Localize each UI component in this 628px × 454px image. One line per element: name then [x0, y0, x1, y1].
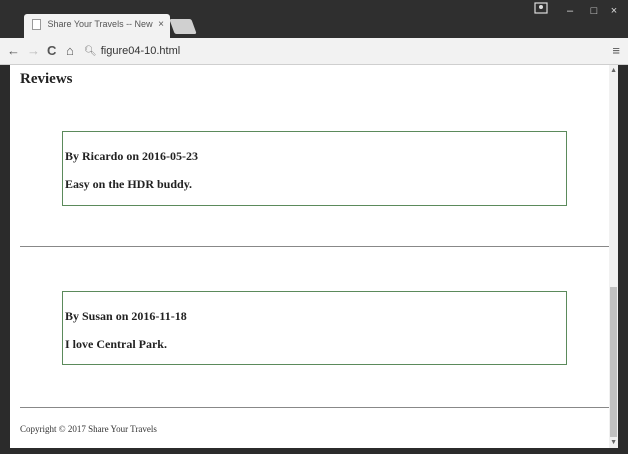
new-tab-button[interactable] — [169, 19, 197, 34]
review-text: I love Central Park. — [65, 337, 167, 351]
scrollbar-thumb[interactable] — [610, 287, 617, 437]
divider — [20, 246, 610, 247]
window-titlebar: Share Your Travels -- New × – □ × — [0, 0, 628, 38]
review-card: By Ricardo on 2016-05-23 Easy on the HDR… — [62, 131, 567, 206]
close-window-button[interactable]: × — [604, 2, 624, 20]
divider — [20, 407, 610, 408]
user-profile-icon[interactable] — [530, 2, 552, 20]
review-card: By Susan on 2016-11-18 I love Central Pa… — [62, 291, 567, 365]
review-text: Easy on the HDR buddy. — [65, 177, 193, 191]
footer-copyright: Copyright © 2017 Share Your Travels — [20, 424, 157, 434]
tab-close-icon[interactable]: × — [158, 19, 164, 30]
address-bar[interactable]: 🔍︎ figure04-10.html — [84, 43, 594, 60]
vertical-scrollbar[interactable]: ▲ ▼ — [609, 65, 618, 448]
reviews-heading: Reviews — [20, 71, 73, 87]
browser-tab[interactable]: Share Your Travels -- New × — [24, 14, 170, 38]
page-viewport[interactable]: Reviews By Ricardo on 2016-05-23 Easy on… — [10, 65, 618, 448]
home-icon[interactable]: ⌂ — [66, 42, 74, 60]
scroll-down-arrow-icon[interactable]: ▼ — [610, 439, 617, 446]
tab-title: Share Your Travels -- New — [47, 19, 153, 29]
search-icon: 🔍︎ — [84, 46, 97, 57]
back-arrow-icon[interactable]: ← — [7, 42, 20, 60]
reload-icon[interactable]: C — [47, 42, 56, 60]
page-icon — [32, 19, 41, 30]
menu-icon[interactable]: ≡ — [612, 43, 620, 59]
maximize-button[interactable]: □ — [584, 2, 604, 20]
url-text: figure04-10.html — [100, 45, 181, 57]
forward-arrow-icon[interactable]: → — [27, 42, 40, 60]
minimize-button[interactable]: – — [560, 2, 580, 20]
review-author: By Susan on 2016-11-18 — [65, 309, 187, 323]
scroll-up-arrow-icon[interactable]: ▲ — [610, 67, 617, 74]
browser-toolbar: ← → C ⌂ 🔍︎ figure04-10.html ≡ — [0, 38, 628, 65]
review-author: By Ricardo on 2016-05-23 — [65, 149, 198, 163]
